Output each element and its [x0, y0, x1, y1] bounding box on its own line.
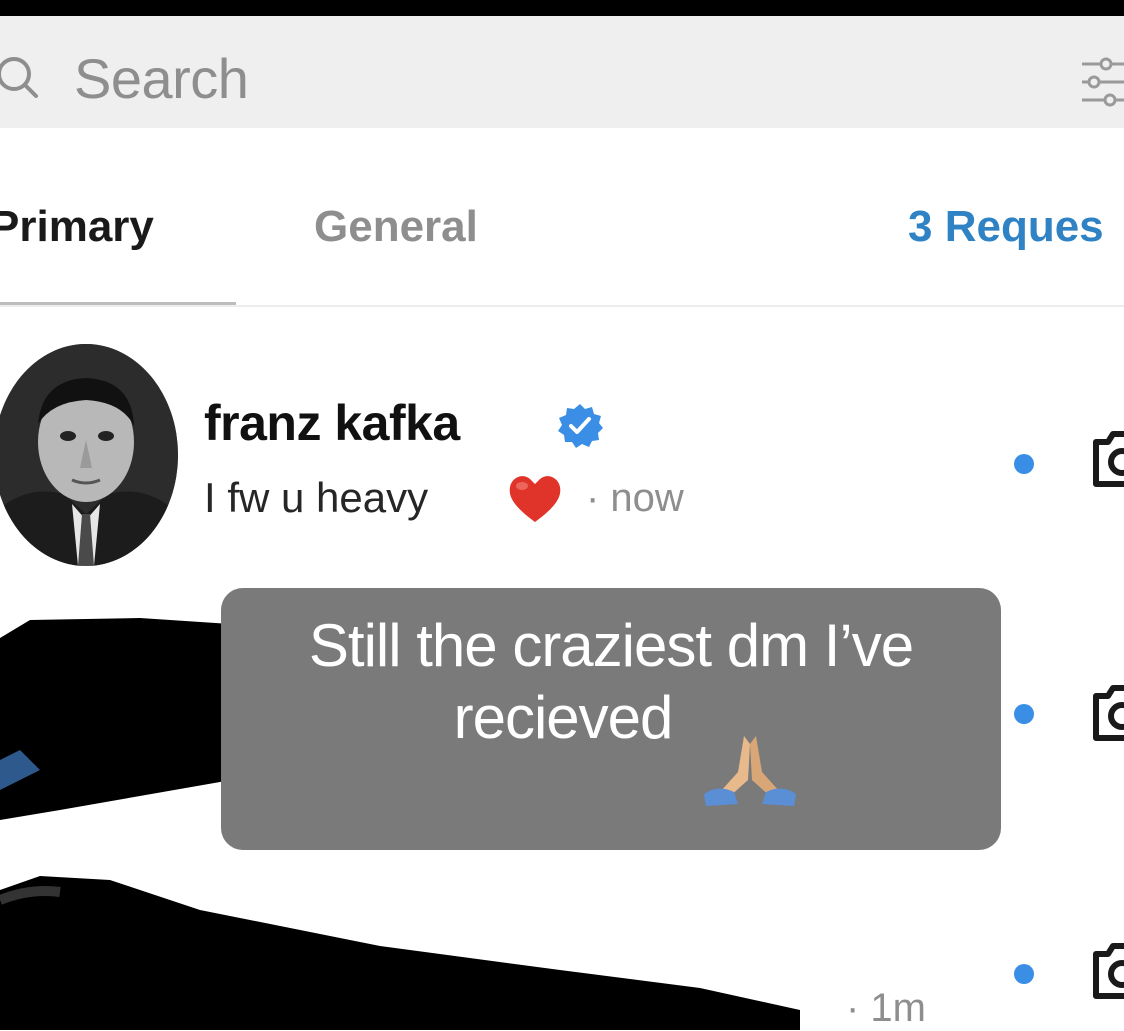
- camera-icon[interactable]: [1088, 940, 1124, 1002]
- divider: [0, 305, 1124, 307]
- unread-dot: [1014, 964, 1034, 984]
- thread-row[interactable]: franz kafka I fw u heavy · now: [0, 340, 1124, 570]
- folded-hands-emoji-icon: [704, 736, 796, 806]
- unread-dot: [1014, 454, 1034, 474]
- tab-requests[interactable]: 3 Reques: [908, 202, 1104, 252]
- avatar[interactable]: [0, 344, 178, 566]
- top-black-bar: [0, 0, 1124, 16]
- timestamp: · now: [586, 476, 684, 520]
- red-heart-emoji-icon: [509, 476, 561, 522]
- inbox-tabs: Primary General 3 Reques: [0, 128, 1124, 308]
- camera-icon[interactable]: [1088, 682, 1124, 744]
- search-bar[interactable]: Search: [0, 16, 1124, 128]
- verified-badge-icon: [558, 404, 603, 448]
- caption-line-1: Still the craziest dm I’ve: [308, 612, 914, 679]
- unread-dot: [1014, 704, 1034, 724]
- tab-primary[interactable]: Primary: [0, 202, 154, 252]
- filter-icon[interactable]: [1078, 52, 1124, 112]
- message-preview: I fw u heavy: [204, 474, 429, 521]
- caption-text: Still the craziest dm I’ve recieved: [221, 610, 1001, 754]
- search-icon: [0, 57, 38, 98]
- caption-line-2: recieved: [221, 682, 1001, 754]
- tab-general[interactable]: General: [314, 202, 478, 252]
- caption-line-2-text: recieved: [453, 684, 674, 751]
- search-input[interactable]: Search: [74, 46, 249, 111]
- camera-icon[interactable]: [1088, 428, 1124, 490]
- thread-row[interactable]: [0, 880, 1124, 1030]
- timestamp: · 1m: [846, 986, 926, 1030]
- contact-name: franz kafka: [204, 395, 460, 451]
- portrait-image: [0, 344, 178, 566]
